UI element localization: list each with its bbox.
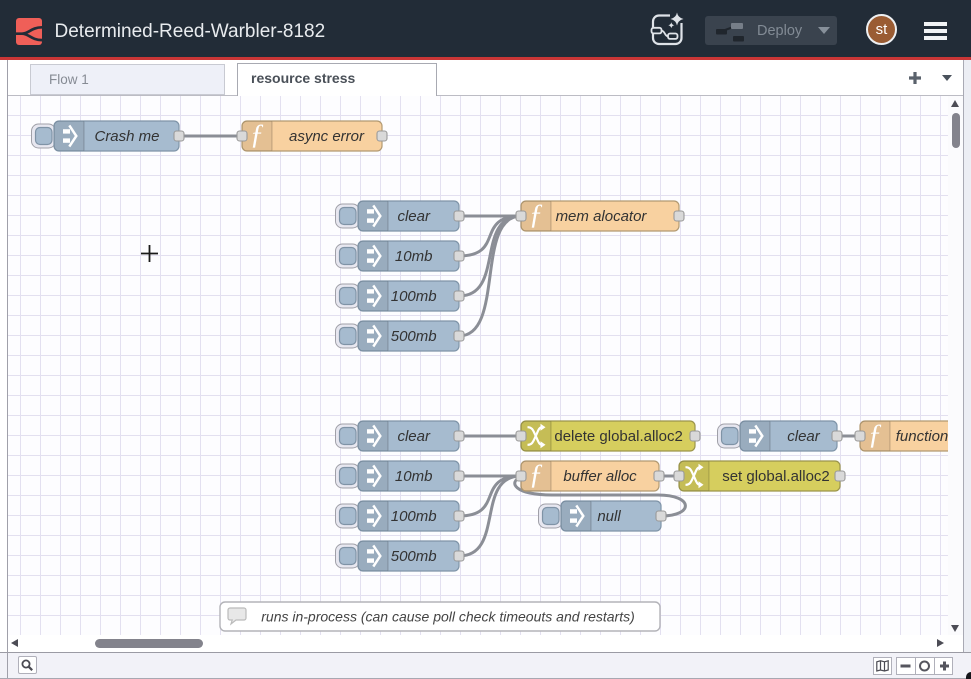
svg-text:500mb: 500mb [391, 328, 437, 345]
svg-text:async error: async error [289, 128, 365, 145]
svg-text:mem alocator: mem alocator [556, 208, 648, 225]
svg-text:ƒ: ƒ [250, 119, 265, 151]
svg-text:set global.alloc2: set global.alloc2 [722, 468, 830, 485]
svg-text:clear: clear [397, 428, 431, 445]
svg-text:buffer alloc: buffer alloc [563, 468, 637, 485]
svg-text:500mb: 500mb [391, 548, 437, 565]
svg-text:null: null [597, 508, 621, 525]
svg-text:Crash me: Crash me [94, 128, 159, 145]
svg-text:ƒ: ƒ [868, 419, 883, 451]
svg-text:100mb: 100mb [391, 508, 437, 525]
svg-text:100mb: 100mb [391, 288, 437, 305]
svg-text:10mb: 10mb [395, 248, 433, 265]
svg-text:clear: clear [787, 428, 821, 445]
svg-text:10mb: 10mb [395, 468, 433, 485]
svg-text:runs in-process (can cause pol: runs in-process (can cause poll check ti… [261, 609, 635, 625]
svg-text:function: function [896, 428, 948, 445]
svg-text:delete global.alloc2: delete global.alloc2 [554, 428, 682, 445]
svg-text:ƒ: ƒ [529, 459, 544, 491]
svg-text:clear: clear [397, 208, 431, 225]
svg-text:ƒ: ƒ [529, 199, 544, 231]
